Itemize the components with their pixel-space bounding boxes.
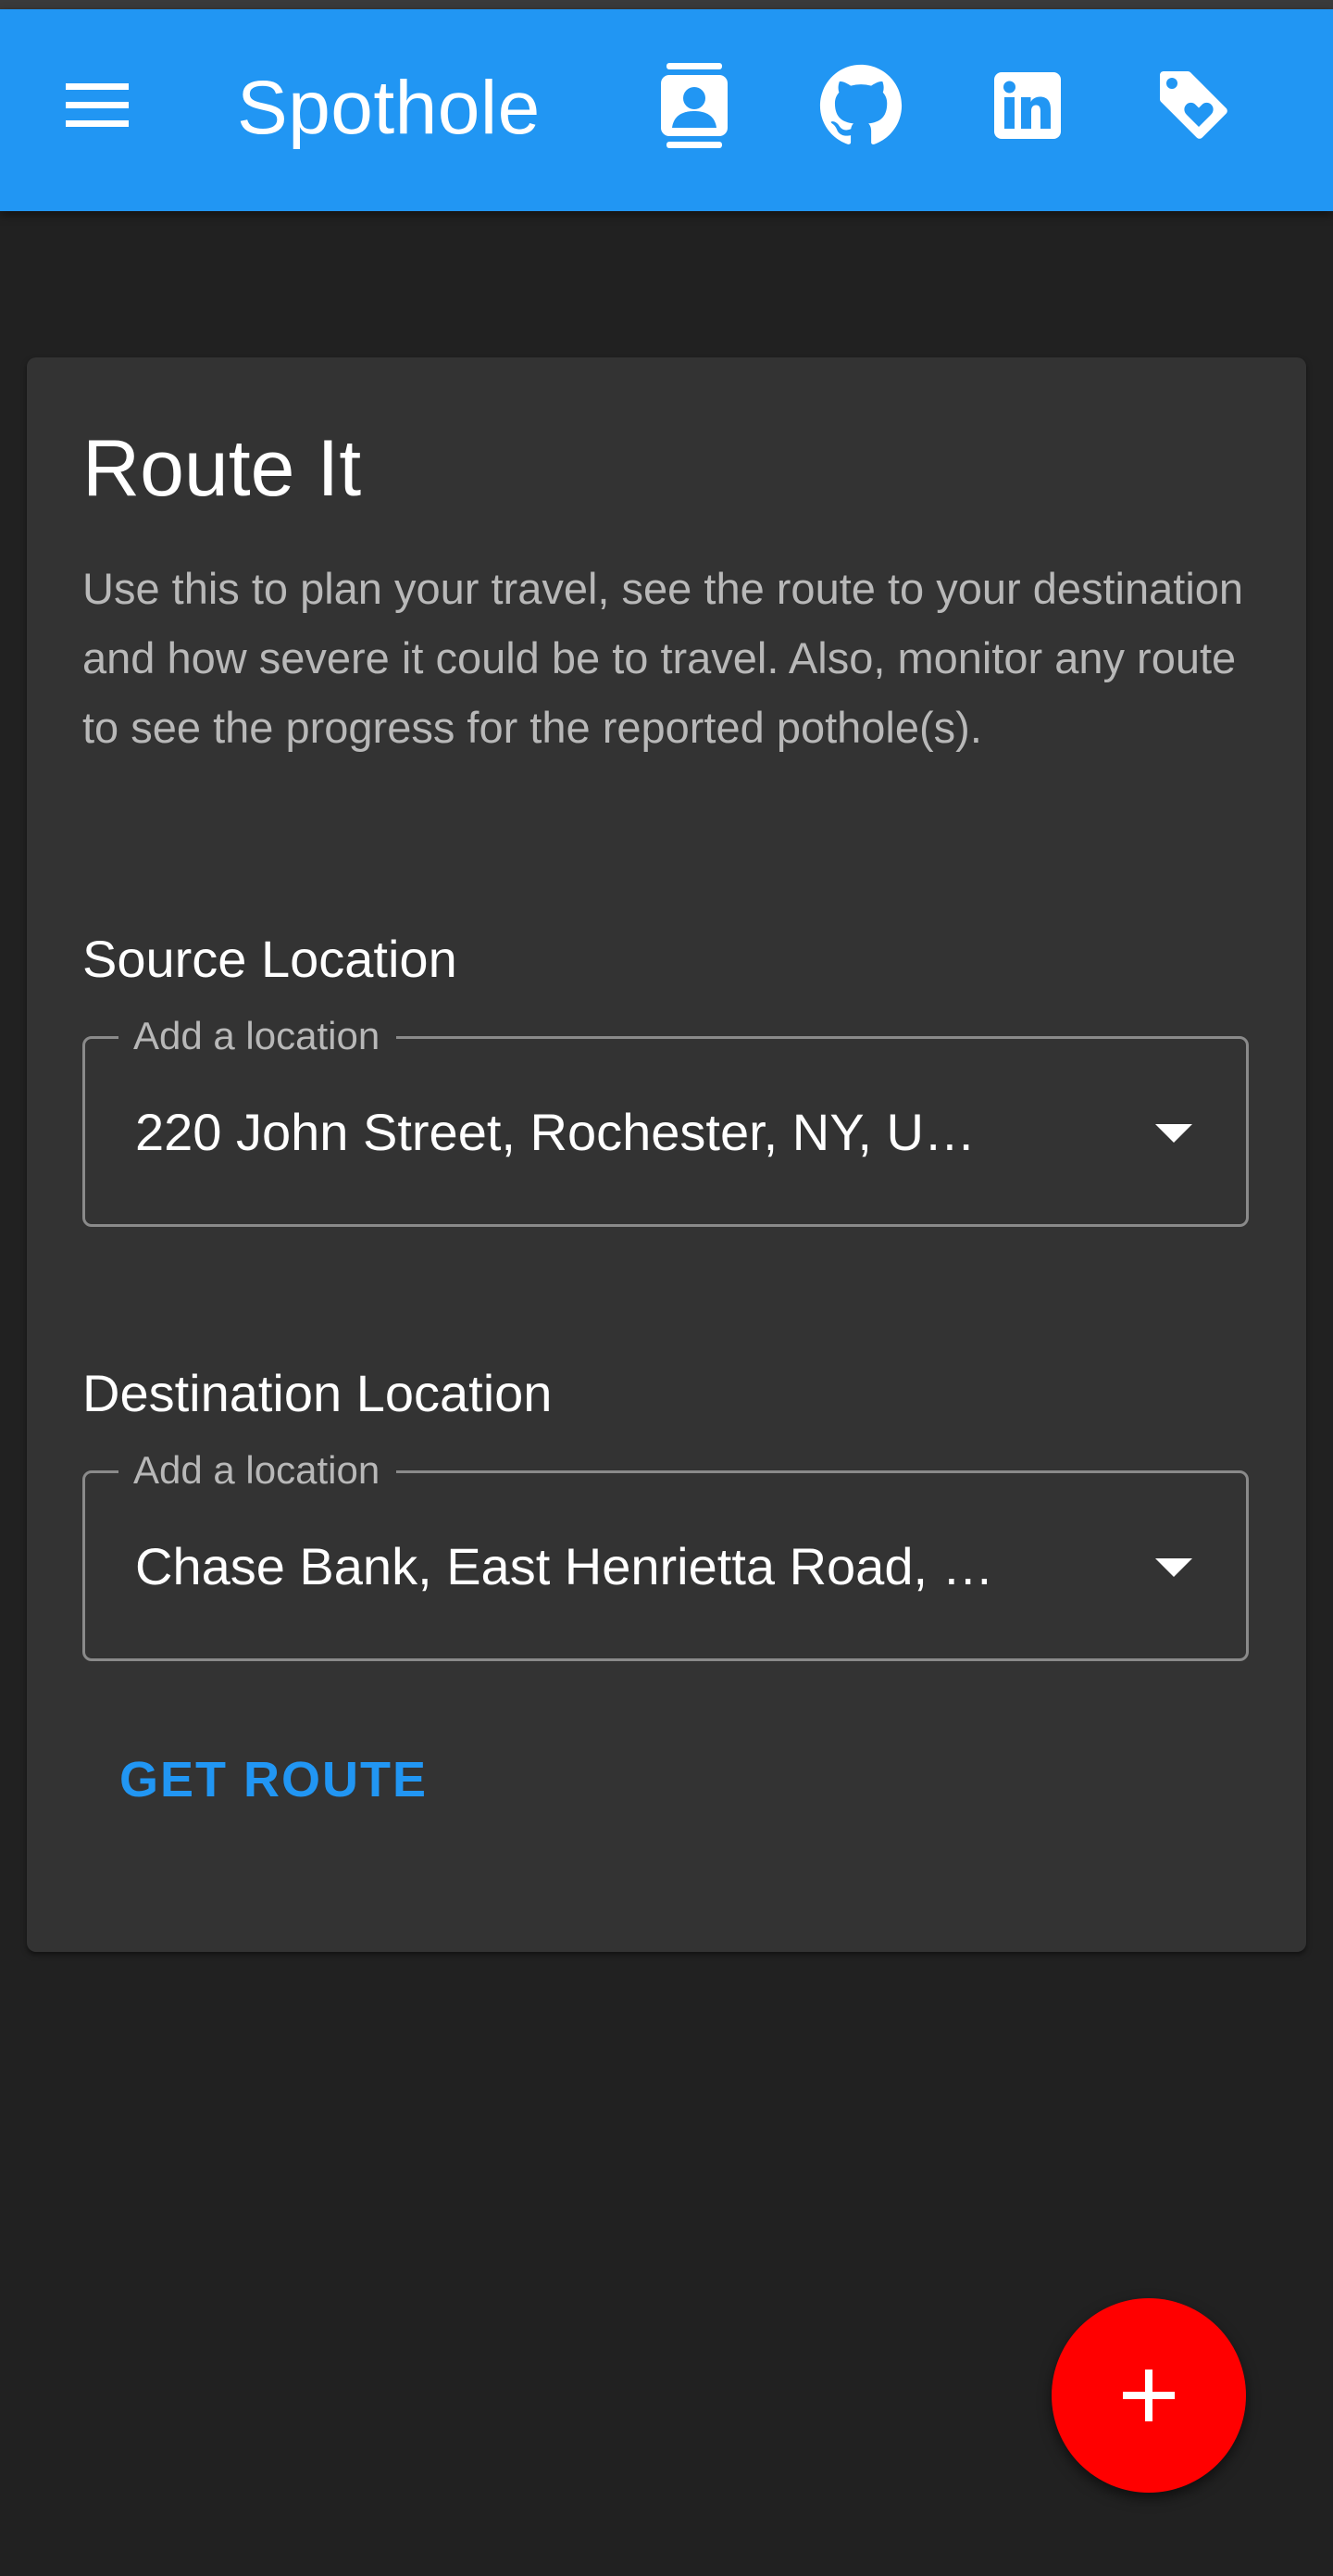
add-pothole-fab[interactable] bbox=[1052, 2298, 1246, 2493]
source-location-value: 220 John Street, Rochester, NY, U… bbox=[135, 1103, 976, 1161]
card-description: Use this to plan your travel, see the ro… bbox=[82, 564, 1244, 752]
chevron-down-icon bbox=[1155, 1124, 1192, 1143]
app-bar: Spothole bbox=[0, 9, 1333, 211]
plus-icon bbox=[1123, 2370, 1175, 2421]
github-button[interactable] bbox=[805, 50, 916, 161]
contact-button[interactable] bbox=[639, 50, 750, 161]
destination-location-select[interactable]: Add a location Chase Bank, East Henriett… bbox=[82, 1447, 1249, 1661]
route-card: Route It Use this to plan your travel, s… bbox=[27, 357, 1306, 1952]
linkedin-button[interactable] bbox=[972, 50, 1083, 161]
github-icon bbox=[819, 64, 903, 144]
tag-heart-icon bbox=[1160, 71, 1227, 139]
contact-icon bbox=[661, 63, 728, 148]
status-strip bbox=[0, 0, 1333, 9]
menu-button[interactable] bbox=[42, 50, 153, 161]
get-route-button[interactable]: GET ROUTE bbox=[119, 1752, 428, 1807]
tag-button[interactable] bbox=[1139, 50, 1250, 161]
source-location-heading: Source Location bbox=[82, 930, 457, 988]
card-title: Route It bbox=[82, 424, 362, 513]
menu-icon bbox=[66, 83, 129, 127]
destination-location-legend: Add a location bbox=[118, 1447, 397, 1494]
destination-location-heading: Destination Location bbox=[82, 1364, 553, 1422]
source-location-legend: Add a location bbox=[118, 1013, 397, 1059]
destination-location-value: Chase Bank, East Henrietta Road, … bbox=[135, 1537, 994, 1595]
app-title: Spothole bbox=[237, 66, 541, 150]
source-location-select[interactable]: Add a location 220 John Street, Rocheste… bbox=[82, 1013, 1249, 1227]
linkedin-icon bbox=[994, 72, 1061, 139]
chevron-down-icon bbox=[1155, 1558, 1192, 1577]
